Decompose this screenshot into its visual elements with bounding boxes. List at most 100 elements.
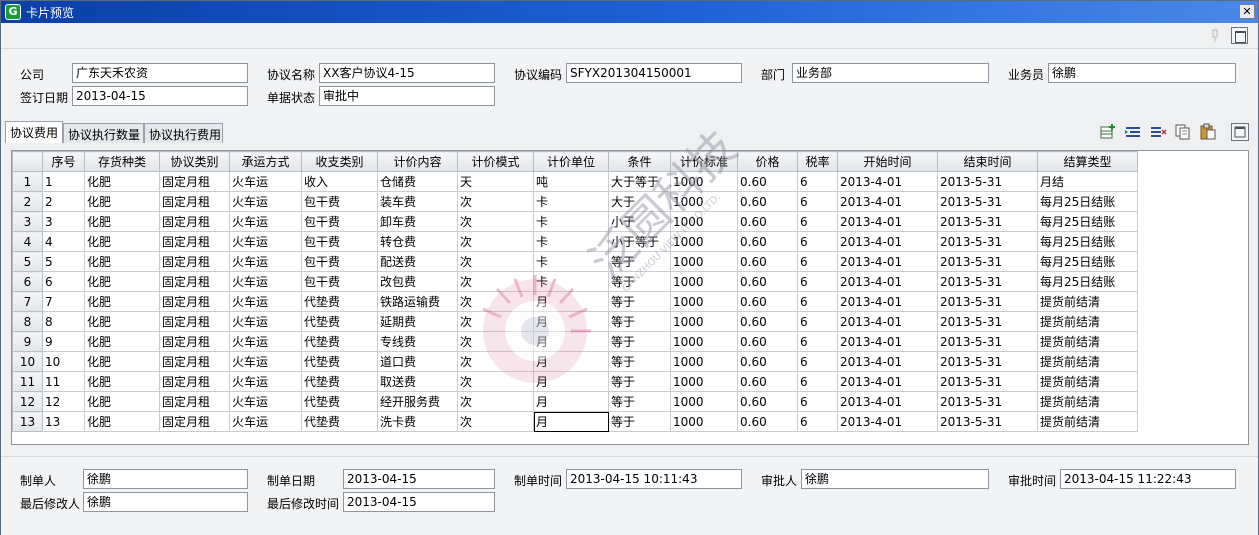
table-row[interactable]: 1 1 化肥 固定月租 火车运 收入 仓储费天吨大于等于 1000 0.60 6 2013-4-01… <box>12 171 1138 192</box>
table-row[interactable]: 12 12 化肥 固定月租 火车运 代垫费 经开服务费次月等于 1000 0.60 6 2013-4… <box>12 391 1138 412</box>
table-cell[interactable]: 等于 <box>608 331 671 352</box>
table-cell[interactable]: 1000 <box>670 251 738 272</box>
table-cell[interactable]: 化肥 <box>84 371 160 392</box>
table-cell[interactable]: 6 <box>797 331 838 352</box>
table-cell[interactable]: 洗卡费 <box>377 411 458 432</box>
row-number-cell[interactable]: 2 <box>12 191 43 212</box>
table-cell[interactable]: 9 <box>42 331 85 352</box>
row-number-cell[interactable]: 10 <box>12 351 43 372</box>
table-cell[interactable]: 等于 <box>608 391 671 412</box>
table-cell[interactable]: 化肥 <box>84 211 160 232</box>
table-cell[interactable]: 代垫费 <box>301 391 378 412</box>
table-cell[interactable]: 12 <box>42 391 85 412</box>
row-number-cell[interactable]: 6 <box>12 271 43 292</box>
table-cell[interactable]: 次 <box>457 331 534 352</box>
table-cell[interactable]: 代垫费 <box>301 291 378 312</box>
table-cell[interactable]: 4 <box>42 231 85 252</box>
table-cell[interactable]: 大于 <box>608 191 671 212</box>
table-cell[interactable]: 2013-5-31 <box>937 191 1038 212</box>
table-cell[interactable]: 2013-5-31 <box>937 271 1038 292</box>
row-number-cell[interactable]: 8 <box>12 311 43 332</box>
table-cell[interactable]: 11 <box>42 371 85 392</box>
table-cell[interactable]: 代垫费 <box>301 311 378 332</box>
column-header[interactable]: 计价内容 <box>377 151 458 172</box>
column-header[interactable]: 价格 <box>737 151 798 172</box>
table-cell[interactable]: 0.60 <box>737 411 798 432</box>
row-number-cell[interactable]: 3 <box>12 211 43 232</box>
table-cell[interactable]: 月结 <box>1037 171 1138 192</box>
table-cell[interactable]: 化肥 <box>84 171 160 192</box>
column-header[interactable]: 条件 <box>608 151 671 172</box>
table-cell[interactable]: 化肥 <box>84 411 160 432</box>
table-cell[interactable]: 固定月租 <box>159 351 230 372</box>
create-date-field[interactable]: 2013-04-15 <box>343 469 495 489</box>
table-cell[interactable]: 固定月租 <box>159 331 230 352</box>
table-cell[interactable]: 卡 <box>533 271 609 292</box>
table-cell[interactable]: 火车运 <box>229 351 302 372</box>
table-cell[interactable]: 0.60 <box>737 171 798 192</box>
table-cell[interactable]: 每月25日结账 <box>1037 251 1138 272</box>
pin-icon[interactable] <box>1210 29 1220 43</box>
table-cell[interactable]: 1000 <box>670 411 738 432</box>
table-cell[interactable]: 1000 <box>670 371 738 392</box>
table-cell[interactable]: 化肥 <box>84 251 160 272</box>
column-header[interactable]: 协议类别 <box>159 151 230 172</box>
table-cell[interactable]: 1000 <box>670 291 738 312</box>
last-modify-time-field[interactable]: 2013-04-15 <box>343 492 495 512</box>
table-cell[interactable]: 0.60 <box>737 271 798 292</box>
table-row[interactable]: 11 11 化肥 固定月租 火车运 代垫费 取送费次月等于 1000 0.60 6 2013-4-0… <box>12 371 1138 392</box>
table-cell[interactable]: 经开服务费 <box>377 391 458 412</box>
table-cell[interactable]: 0.60 <box>737 251 798 272</box>
table-cell[interactable]: 1000 <box>670 391 738 412</box>
table-cell[interactable]: 2013-4-01 <box>837 231 938 252</box>
approver-field[interactable]: 徐鹏 <box>801 469 989 489</box>
table-cell[interactable]: 包干费 <box>301 191 378 212</box>
table-cell[interactable]: 2013-5-31 <box>937 171 1038 192</box>
table-cell[interactable]: 固定月租 <box>159 211 230 232</box>
table-cell[interactable]: 火车运 <box>229 331 302 352</box>
table-cell[interactable]: 次 <box>457 251 534 272</box>
department-field[interactable]: 业务部 <box>792 63 989 83</box>
row-number-cell[interactable]: 5 <box>12 251 43 272</box>
table-cell[interactable]: 固定月租 <box>159 411 230 432</box>
table-cell[interactable]: 包干费 <box>301 231 378 252</box>
table-cell[interactable]: 次 <box>457 291 534 312</box>
table-cell[interactable]: 6 <box>797 191 838 212</box>
table-cell[interactable]: 提货前结清 <box>1037 311 1138 332</box>
table-cell[interactable]: 2 <box>42 191 85 212</box>
table-cell[interactable]: 月 <box>533 351 609 372</box>
tab-execution-fees[interactable]: 协议执行费用 <box>144 123 223 143</box>
row-number-cell[interactable]: 13 <box>12 411 43 432</box>
last-modifier-field[interactable]: 徐鹏 <box>83 492 248 512</box>
table-cell[interactable]: 2013-4-01 <box>837 331 938 352</box>
table-cell[interactable]: 13 <box>42 411 85 432</box>
table-cell[interactable]: 6 <box>797 171 838 192</box>
column-header[interactable]: 承运方式 <box>229 151 302 172</box>
table-cell[interactable]: 1000 <box>670 211 738 232</box>
table-cell[interactable]: 天 <box>457 171 534 192</box>
table-cell[interactable]: 化肥 <box>84 271 160 292</box>
table-cell[interactable]: 每月25日结账 <box>1037 271 1138 292</box>
table-cell[interactable]: 提货前结清 <box>1037 331 1138 352</box>
table-cell[interactable]: 2013-5-31 <box>937 331 1038 352</box>
table-cell[interactable]: 等于 <box>608 291 671 312</box>
table-cell[interactable]: 等于 <box>608 271 671 292</box>
table-cell[interactable]: 次 <box>457 231 534 252</box>
table-cell[interactable]: 卡 <box>533 231 609 252</box>
table-cell[interactable]: 化肥 <box>84 191 160 212</box>
table-cell[interactable]: 1000 <box>670 311 738 332</box>
table-cell[interactable]: 2013-4-01 <box>837 411 938 432</box>
table-cell[interactable]: 2013-4-01 <box>837 391 938 412</box>
add-row-icon[interactable] <box>1099 123 1117 141</box>
table-row[interactable]: 7 7 化肥 固定月租 火车运 代垫费 铁路运输费次月等于 1000 0.60 6 2013-4-0… <box>12 291 1138 312</box>
table-cell[interactable]: 延期费 <box>377 311 458 332</box>
table-cell[interactable]: 包干费 <box>301 251 378 272</box>
table-cell[interactable]: 2013-5-31 <box>937 251 1038 272</box>
row-number-cell[interactable]: 12 <box>12 391 43 412</box>
table-cell[interactable]: 0.60 <box>737 291 798 312</box>
table-cell[interactable]: 1 <box>42 171 85 192</box>
table-cell[interactable]: 固定月租 <box>159 291 230 312</box>
table-cell[interactable]: 8 <box>42 311 85 332</box>
table-cell[interactable]: 5 <box>42 251 85 272</box>
table-cell[interactable]: 次 <box>457 211 534 232</box>
